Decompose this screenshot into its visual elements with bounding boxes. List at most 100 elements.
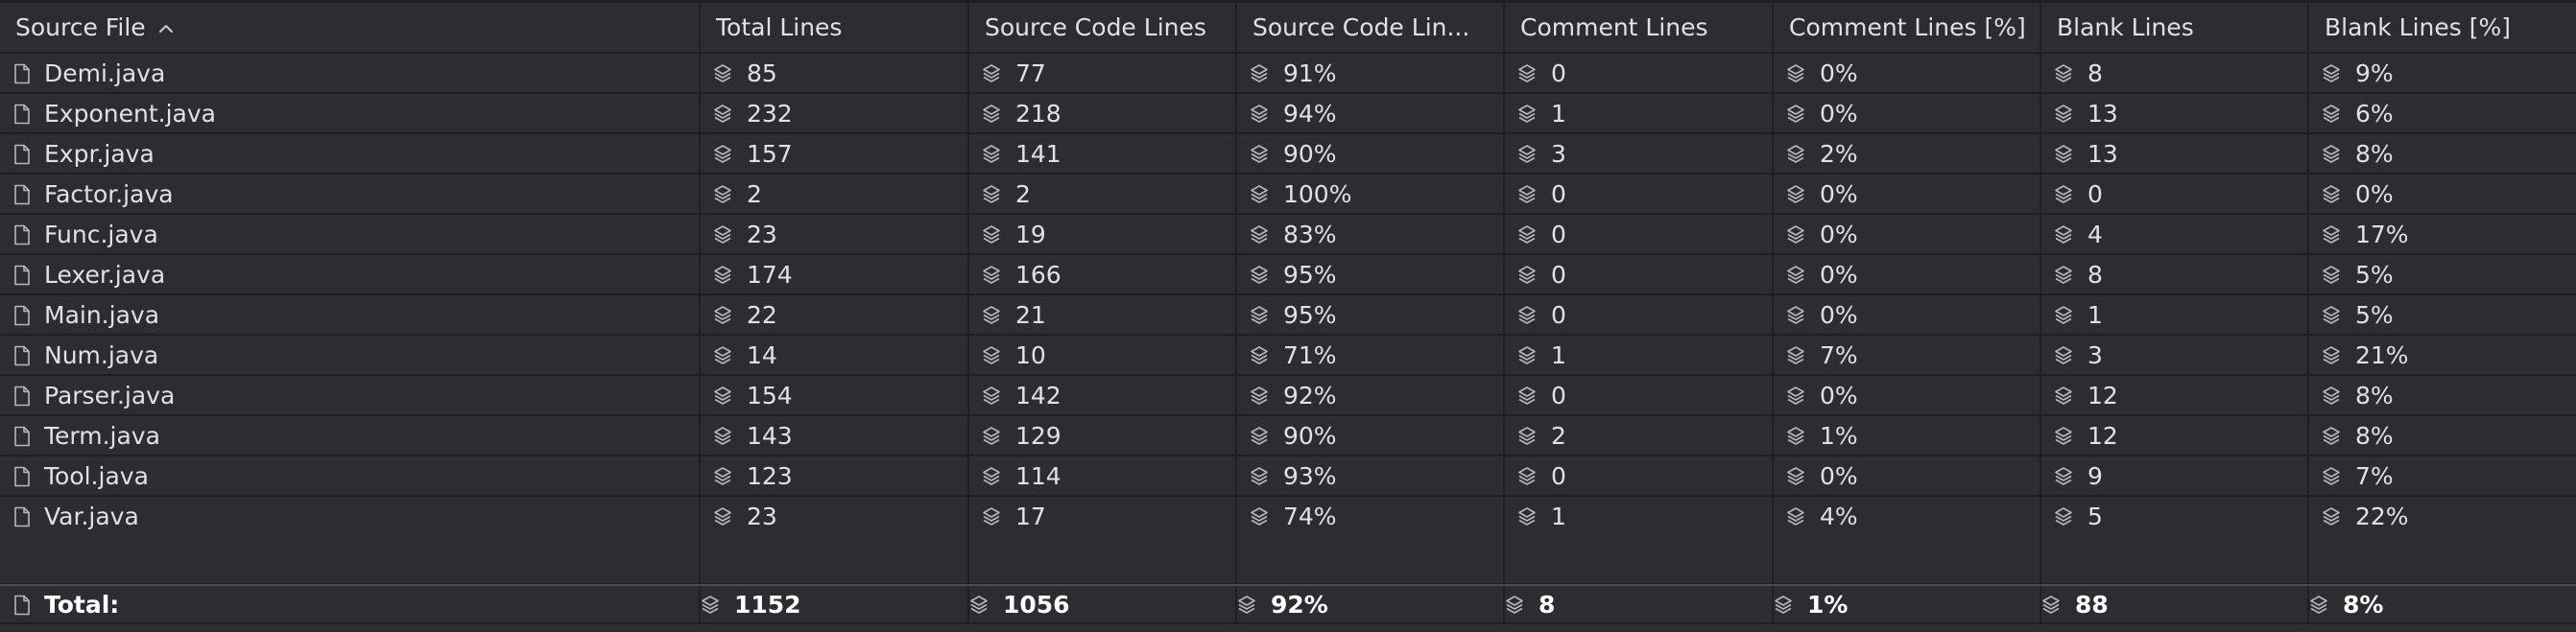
metric-value: 0 [2087, 179, 2103, 208]
layers-icon [2322, 62, 2341, 83]
file-name: Num.java [44, 340, 159, 369]
total-lines-cell: 14 [701, 336, 969, 374]
layers-icon [2322, 425, 2341, 446]
table-row[interactable]: Factor.java 2 2 100% 0 0% 0 0% [0, 175, 2576, 215]
column-divider [967, 535, 969, 584]
file-icon [12, 425, 32, 447]
comment-lines-cell: 2 [1505, 416, 1774, 455]
layers-icon [1517, 425, 1537, 446]
layers-icon [1786, 143, 1805, 164]
column-header-label: Source Code Lin... [1252, 13, 1470, 41]
metric-value: 154 [747, 381, 793, 410]
blank-pct-cell: 6% [2309, 94, 2576, 132]
layers-icon [1786, 304, 1805, 325]
layers-icon [1250, 385, 1269, 406]
file-icon [12, 465, 32, 487]
layers-icon [713, 425, 732, 446]
table-row[interactable]: Tool.java 123 114 93% 0 0% 9 7% [0, 456, 2576, 497]
column-header-source-file[interactable]: Source File [0, 3, 701, 52]
comment-lines-cell: 0 [1505, 255, 1774, 293]
layers-icon [1786, 344, 1805, 365]
metric-value: 88 [2075, 590, 2109, 619]
table-row[interactable]: Var.java 23 17 74% 1 4% 5 22% [0, 497, 2576, 537]
metric-value: 1 [1551, 502, 1566, 530]
table-row[interactable]: Parser.java 154 142 92% 0 0% 12 8% [0, 376, 2576, 416]
source-code-pct-cell: 90% [1237, 134, 1505, 173]
file-name-cell: Lexer.java [0, 255, 701, 293]
file-name: Parser.java [44, 381, 176, 410]
metric-value: 174 [747, 260, 793, 289]
source-code-lines-cell: 218 [969, 94, 1237, 132]
layers-icon [982, 62, 1001, 83]
file-icon [12, 143, 32, 165]
column-header-blank-lines[interactable]: Blank Lines [2041, 3, 2309, 52]
layers-icon [2322, 223, 2341, 245]
file-icon [12, 103, 32, 125]
table-row[interactable]: Lexer.java 174 166 95% 0 0% 8 5% [0, 255, 2576, 295]
table-row[interactable]: Exponent.java 232 218 94% 1 0% 13 6% [0, 94, 2576, 134]
blank-lines-cell: 8 [2041, 54, 2309, 92]
blank-lines-cell: 0 [2041, 175, 2309, 213]
layers-icon [1250, 505, 1269, 527]
layers-icon [1517, 103, 1537, 124]
column-divider [699, 535, 701, 584]
table-row[interactable]: Demi.java 85 77 91% 0 0% 8 9% [0, 54, 2576, 94]
table-row[interactable]: Main.java 22 21 95% 0 0% 1 5% [0, 295, 2576, 336]
column-header-comment-lines[interactable]: Comment Lines [1505, 3, 1774, 52]
metric-value: 12 [2087, 381, 2118, 410]
metric-value: 8 [2087, 59, 2103, 87]
layers-icon [1786, 425, 1805, 446]
metric-value: 2 [747, 179, 762, 208]
layers-icon [2054, 304, 2073, 325]
layers-icon [982, 183, 1001, 204]
metric-value: 21% [2355, 340, 2409, 369]
metric-value: 0% [2355, 179, 2394, 208]
table-row[interactable]: Term.java 143 129 90% 2 1% 12 8% [0, 416, 2576, 456]
metric-value: 0 [1551, 381, 1566, 410]
source-code-lines-cell: 129 [969, 416, 1237, 455]
layers-icon [1786, 505, 1805, 527]
comment-pct-cell: 1% [1774, 586, 2041, 622]
column-header-comment-lines-pct[interactable]: Comment Lines [%] [1774, 3, 2041, 52]
column-header-total-lines[interactable]: Total Lines [701, 3, 969, 52]
layers-icon [1250, 183, 1269, 204]
column-header-source-code-lines[interactable]: Source Code Lines [969, 3, 1237, 52]
column-header-blank-lines-pct[interactable]: Blank Lines [%] [2309, 3, 2576, 52]
metric-value: 0 [1551, 220, 1566, 248]
layers-icon [2309, 594, 2328, 615]
column-header-source-code-lines-pct[interactable]: Source Code Lin... [1237, 3, 1505, 52]
file-name: Func.java [44, 220, 158, 248]
comment-pct-cell: 1% [1774, 416, 2041, 455]
table-row[interactable]: Expr.java 157 141 90% 3 2% 13 8% [0, 134, 2576, 175]
layers-icon [1505, 594, 1524, 615]
layers-icon [982, 103, 1001, 124]
blank-pct-cell: 5% [2309, 295, 2576, 334]
blank-pct-cell: 8% [2309, 134, 2576, 173]
metric-value: 19 [1015, 220, 1046, 248]
file-name: Demi.java [44, 59, 166, 87]
file-name-cell: Demi.java [0, 54, 701, 92]
layers-icon [2054, 344, 2073, 365]
layers-icon [2054, 143, 2073, 164]
blank-pct-cell: 22% [2309, 497, 2576, 535]
metric-value: 13 [2087, 99, 2118, 128]
table-row[interactable]: Func.java 23 19 83% 0 0% 4 17% [0, 215, 2576, 255]
source-code-pct-cell: 92% [1237, 376, 1505, 414]
metric-value: 0 [1551, 300, 1566, 329]
metric-value: 141 [1015, 139, 1061, 168]
comment-lines-cell: 0 [1505, 175, 1774, 213]
file-name-cell: Tool.java [0, 456, 701, 495]
metric-value: 2% [1820, 139, 1858, 168]
layers-icon [713, 62, 732, 83]
blank-pct-cell: 17% [2309, 215, 2576, 253]
total-row[interactable]: Total: 1152 1056 92% 8 1% 88 8% [0, 584, 2576, 624]
source-code-lines-cell: 141 [969, 134, 1237, 173]
layers-icon [1774, 594, 1793, 615]
source-code-pct-cell: 91% [1237, 54, 1505, 92]
column-header-label: Comment Lines [1520, 13, 1708, 41]
file-name-cell: Var.java [0, 497, 701, 535]
table-row[interactable]: Num.java 14 10 71% 1 7% 3 21% [0, 336, 2576, 376]
metric-value: 2 [1015, 179, 1031, 208]
blank-pct-cell: 8% [2309, 376, 2576, 414]
comment-lines-cell: 0 [1505, 376, 1774, 414]
